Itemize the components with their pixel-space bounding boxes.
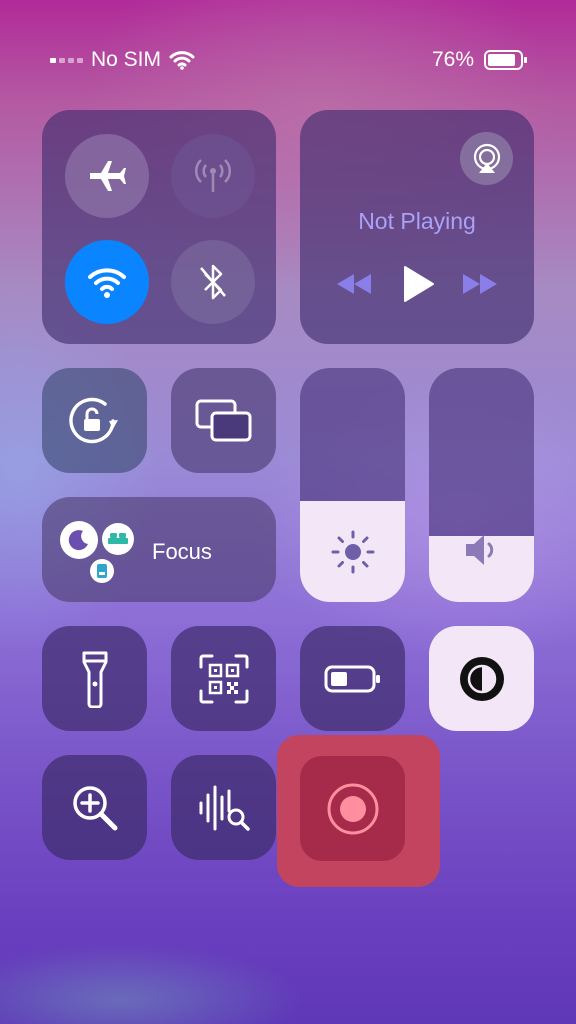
code-scanner-button[interactable]: [171, 626, 276, 731]
brightness-slider[interactable]: [300, 368, 405, 602]
flashlight-button[interactable]: [42, 626, 147, 731]
connectivity-panel: [42, 110, 276, 344]
now-playing-panel[interactable]: Not Playing: [300, 110, 534, 344]
airplane-mode-toggle[interactable]: [65, 134, 149, 218]
rewind-icon: [337, 274, 371, 294]
battery-icon: [484, 50, 527, 70]
rotation-lock-icon: [68, 397, 118, 443]
status-bar: No SIM 76%: [0, 44, 576, 76]
moon-icon: [68, 530, 88, 551]
bed-icon: [108, 533, 128, 544]
magnifier-icon: [72, 785, 117, 830]
low-power-mode-button[interactable]: [300, 626, 405, 731]
dark-mode-icon: [459, 656, 504, 701]
screen-mirroring-icon: [195, 399, 251, 441]
carrier-label: No SIM: [91, 48, 162, 71]
screen-record-icon: [327, 783, 378, 834]
flashlight-icon: [82, 651, 107, 708]
bluetooth-icon: [200, 264, 226, 300]
airplay-icon: [473, 143, 500, 173]
battery-percent: 76%: [431, 48, 474, 71]
screen-record-button[interactable]: [300, 756, 405, 861]
focus-label: Focus: [152, 539, 212, 564]
sleep-badge: [102, 523, 134, 555]
now-playing-title: Not Playing: [358, 208, 476, 234]
cellular-data-toggle[interactable]: [171, 134, 255, 218]
screen-mirroring-button[interactable]: [171, 368, 276, 473]
play-button[interactable]: [398, 262, 438, 306]
volume-slider[interactable]: [429, 368, 534, 602]
airplay-button[interactable]: [460, 132, 513, 185]
badge-icon: [97, 564, 107, 578]
sound-recognition-icon: [199, 785, 250, 831]
airplane-icon: [90, 161, 126, 191]
rewind-button[interactable]: [334, 268, 374, 300]
moon-badge: [60, 521, 98, 559]
magnifier-button[interactable]: [42, 755, 147, 860]
wifi-icon: [88, 268, 126, 298]
fast-forward-icon: [463, 274, 497, 294]
rotation-lock-button[interactable]: [42, 368, 147, 473]
bluetooth-toggle[interactable]: [171, 240, 255, 324]
dark-mode-button[interactable]: [429, 626, 534, 731]
signal-bars-icon: [50, 57, 83, 63]
fast-forward-button[interactable]: [460, 268, 500, 300]
qr-code-icon: [199, 654, 248, 703]
brightness-icon: [331, 530, 374, 574]
play-icon: [404, 266, 434, 302]
work-badge: [90, 559, 114, 583]
focus-button[interactable]: Focus: [42, 497, 276, 602]
sound-recognition-button[interactable]: [171, 755, 276, 860]
volume-icon: [465, 535, 493, 565]
cellular-icon: [194, 159, 232, 192]
wifi-status-icon: [169, 51, 195, 70]
wifi-toggle[interactable]: [65, 240, 149, 324]
low-power-battery-icon: [324, 665, 380, 692]
